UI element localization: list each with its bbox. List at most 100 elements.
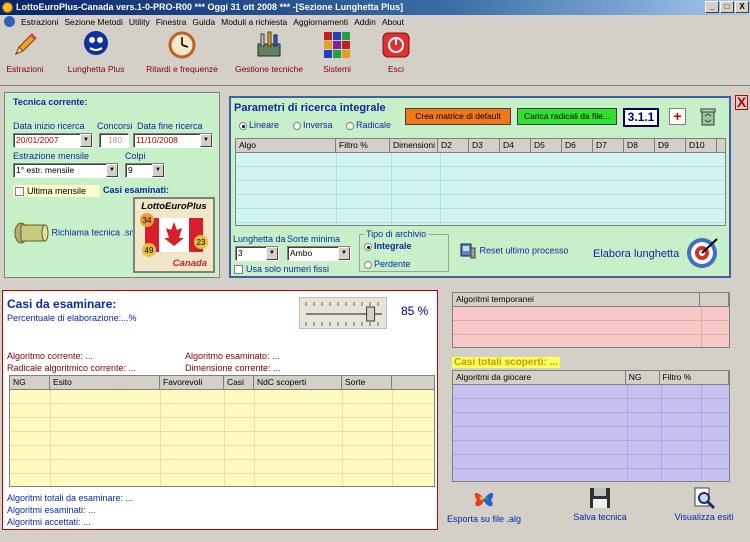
col-filtro[interactable]: Filtro % <box>336 139 390 152</box>
menu-about[interactable]: About <box>379 17 407 27</box>
slider-thumb[interactable] <box>366 306 376 322</box>
temporanei-grid[interactable]: Algoritmi temporanei <box>452 292 730 348</box>
lunghetta-select[interactable]: 3 ▼ <box>235 246 279 261</box>
col-algoritmi-giocare[interactable]: Algoritmi da giocare <box>453 371 626 384</box>
radio-lineare[interactable]: Lineare <box>239 120 279 130</box>
speed-slider[interactable] <box>299 297 387 329</box>
toolbar-ritardi-button[interactable]: Ritardi e frequenze <box>140 30 224 74</box>
colpi-label: Colpi <box>125 151 146 161</box>
logo-sub: Canada <box>172 258 207 269</box>
estrazione-dropdown[interactable]: ▼ <box>106 164 118 177</box>
data-inizio-dropdown[interactable]: ▼ <box>80 134 92 147</box>
col-d4[interactable]: D4 <box>500 139 531 152</box>
col-d6[interactable]: D6 <box>562 139 593 152</box>
usa-fissi-checkbox[interactable]: Usa solo numeri fissi <box>234 264 329 275</box>
toolbar-lunghetta-label: Lunghetta Plus <box>67 64 125 74</box>
title-bar[interactable]: LottoEuroPlus-Canada vers.1-0-PRO-R00 **… <box>0 0 750 15</box>
col-ng[interactable]: NG <box>10 376 50 389</box>
colpi-dropdown[interactable]: ▼ <box>152 164 164 177</box>
add-button[interactable]: + <box>669 108 686 125</box>
menu-addin[interactable]: Addin <box>351 17 379 27</box>
col-algo[interactable]: Algo <box>236 139 336 152</box>
col-d10[interactable]: D10 <box>686 139 717 152</box>
parametri-grid[interactable]: Algo Filtro % Dimensioni D2 D3 D4 D5 D6 … <box>235 138 726 226</box>
sorte-select[interactable]: Ambo ▼ <box>287 246 351 261</box>
col-giocare-ng[interactable]: NG <box>626 371 660 384</box>
carica-radicali-button[interactable]: Carica radicali da file... <box>517 108 617 125</box>
menu-estrazioni[interactable]: Estrazioni <box>18 17 61 27</box>
col-d8[interactable]: D8 <box>624 139 655 152</box>
toolbar-esci-button[interactable]: Esci <box>378 30 414 74</box>
salva-button[interactable]: Salva tecnica <box>568 486 632 522</box>
col-casi[interactable]: Casi <box>224 376 254 389</box>
richiama-tecnica-button[interactable]: Richiama tecnica .sml <box>13 221 139 245</box>
salva-label: Salva tecnica <box>573 512 627 522</box>
lunghetta-label: Lunghetta da <box>233 234 286 244</box>
casi-grid[interactable]: NG Esito Favorevoli Casi NdC scoperti So… <box>9 375 435 487</box>
close-panel-button[interactable]: X <box>735 95 748 110</box>
radio-inversa[interactable]: Inversa <box>293 120 333 130</box>
menu-finestra[interactable]: Finestra <box>153 17 190 27</box>
radio-perdente-dot[interactable] <box>364 260 372 269</box>
data-inizio-field[interactable]: 20/01/2007 ▼ <box>13 133 93 148</box>
menu-moduli[interactable]: Moduli a richiesta <box>218 17 290 27</box>
col-esito[interactable]: Esito <box>50 376 160 389</box>
radicale-corrente: Radicale algoritmico corrente: ... <box>7 363 137 373</box>
data-fine-value: 11/10/2008 <box>136 135 178 145</box>
col-d7[interactable]: D7 <box>593 139 624 152</box>
parametri-grid-body[interactable] <box>236 153 725 225</box>
esporta-button[interactable]: Esporta su file .alg <box>446 486 522 524</box>
col-d3[interactable]: D3 <box>469 139 500 152</box>
toolbar-estrazioni-button[interactable]: Estrazioni <box>4 30 46 74</box>
data-fine-dropdown[interactable]: ▼ <box>200 134 212 147</box>
minimize-button[interactable]: _ <box>705 1 719 13</box>
colpi-select[interactable]: 9 ▼ <box>125 163 165 178</box>
col-sorte[interactable]: Sorte <box>342 376 392 389</box>
concorsi-field[interactable]: 180 <box>99 133 129 148</box>
lunghetta-value: 3 <box>238 248 243 258</box>
toolbar-sistemi-button[interactable]: Sistemi <box>316 30 358 74</box>
col-giocare-filtro[interactable]: Filtro % <box>660 371 729 384</box>
giocare-grid-body[interactable] <box>453 385 729 481</box>
toolbar-gestione-button[interactable]: Gestione tecniche <box>229 30 309 74</box>
menu-aggiornamenti[interactable]: Aggiornamenti <box>290 17 351 27</box>
col-d9[interactable]: D9 <box>655 139 686 152</box>
usa-fissi-box[interactable] <box>234 265 243 275</box>
window-title: LottoEuroPlus-Canada vers.1-0-PRO-R00 **… <box>16 2 404 12</box>
ultima-mensile-checkbox[interactable]: Ultima mensile <box>13 185 101 198</box>
col-temporanei[interactable]: Algoritmi temporanei <box>453 293 701 306</box>
radio-lineare-dot[interactable] <box>239 121 247 130</box>
recycle-bin-icon[interactable] <box>699 106 717 126</box>
col-ndc[interactable]: NdC scoperti <box>254 376 342 389</box>
menu-sezione-metodi[interactable]: Sezione Metodi <box>61 17 126 27</box>
sorte-dropdown[interactable]: ▼ <box>338 247 350 260</box>
col-dimensioni[interactable]: Dimensioni <box>390 139 438 152</box>
reset-button[interactable]: Reset ultimo processo <box>459 242 569 260</box>
estrazione-select[interactable]: 1° estr. mensile ▼ <box>13 163 119 178</box>
menu-guida[interactable]: Guida <box>189 17 218 27</box>
maximize-button[interactable]: □ <box>720 1 734 13</box>
menu-utility[interactable]: Utility <box>126 17 153 27</box>
radio-perdente[interactable]: Perdente <box>364 259 411 269</box>
radio-radicale-dot[interactable] <box>346 121 354 130</box>
ultima-mensile-box[interactable] <box>15 187 24 197</box>
visualizza-button[interactable]: Visualizza esiti <box>670 486 738 522</box>
radio-inversa-dot[interactable] <box>293 121 301 130</box>
target-icon[interactable] <box>685 236 719 270</box>
radio-radicale[interactable]: Radicale <box>346 120 391 130</box>
radio-integrale-dot[interactable] <box>364 242 372 251</box>
toolbar-lunghetta-button[interactable]: Lunghetta Plus <box>62 30 130 74</box>
col-d5[interactable]: D5 <box>531 139 562 152</box>
temporanei-grid-body[interactable] <box>453 307 729 347</box>
lunghetta-dropdown[interactable]: ▼ <box>266 247 278 260</box>
crea-matrice-button[interactable]: Crea matrice di default <box>405 108 511 125</box>
casi-panel: Casi da esaminare: Percentuale di elabor… <box>2 290 438 530</box>
radio-integrale[interactable]: Integrale <box>364 241 412 251</box>
tecnica-title: Tecnica corrente: <box>13 97 88 107</box>
close-window-button[interactable]: X <box>735 1 749 13</box>
col-favorevoli[interactable]: Favorevoli <box>160 376 224 389</box>
casi-grid-body[interactable] <box>10 390 434 486</box>
data-fine-field[interactable]: 11/10/2008 ▼ <box>133 133 213 148</box>
giocare-grid[interactable]: Algoritmi da giocare NG Filtro % <box>452 370 730 482</box>
col-d2[interactable]: D2 <box>438 139 469 152</box>
